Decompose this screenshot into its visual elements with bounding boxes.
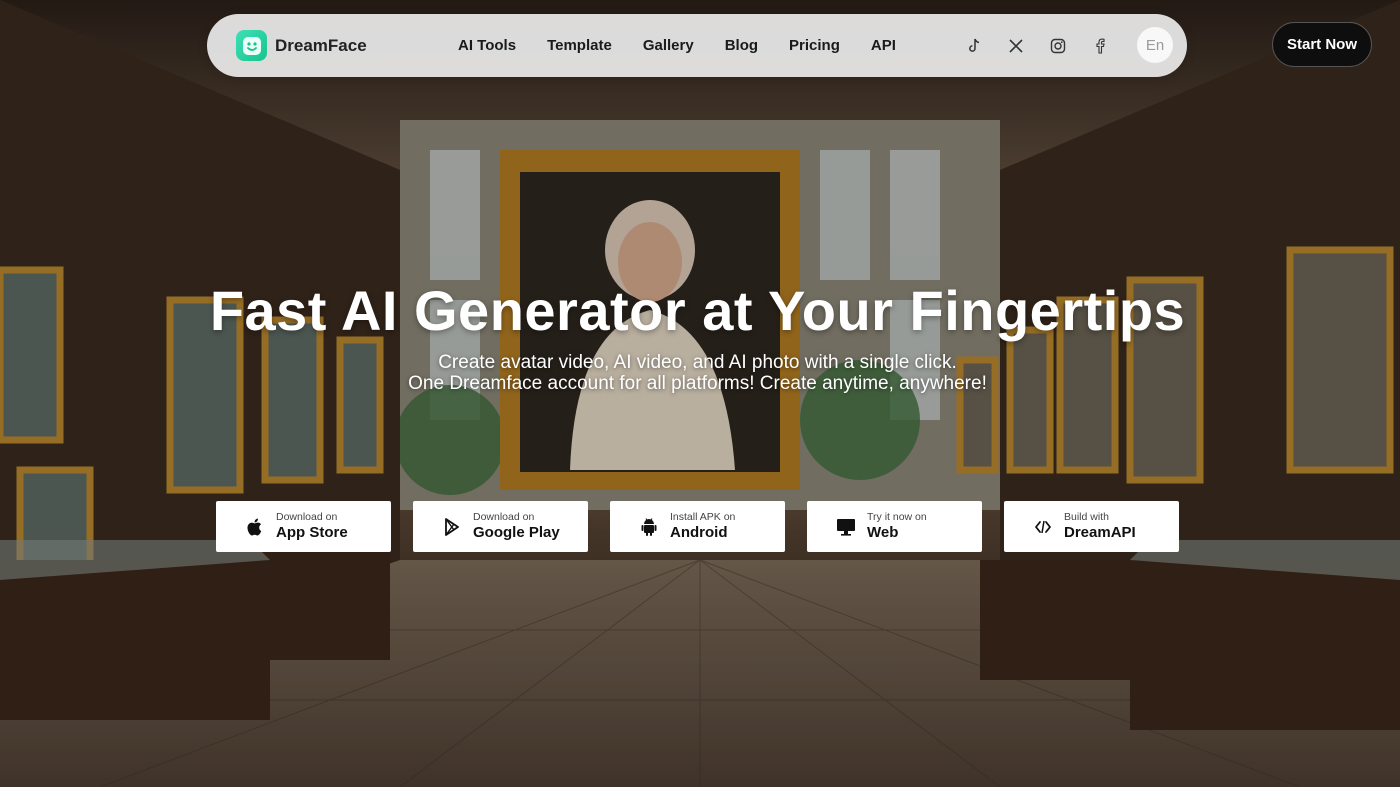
top-navbar: DreamFace AI Tools Template Gallery Blog…	[207, 14, 1187, 77]
card-caption: Try it now on	[867, 511, 927, 523]
app-store-button[interactable]: Download on App Store	[216, 501, 391, 552]
card-label: Web	[867, 524, 899, 541]
google-play-icon	[442, 517, 462, 537]
monitor-icon	[836, 517, 856, 537]
brand[interactable]: DreamFace	[236, 30, 367, 61]
web-button[interactable]: Try it now on Web	[807, 501, 982, 552]
tiktok-icon[interactable]	[964, 36, 984, 56]
card-caption: Download on	[276, 511, 338, 523]
nav-item-api[interactable]: API	[871, 37, 896, 54]
card-label: Android	[670, 524, 728, 541]
card-caption: Build with	[1064, 511, 1109, 523]
language-switcher[interactable]: En	[1137, 27, 1173, 63]
download-options: Download on App Store Download on Google…	[216, 501, 1201, 552]
card-label: App Store	[276, 524, 348, 541]
hero-subtitle: Create avatar video, AI video, and AI ph…	[0, 352, 1395, 394]
android-apk-button[interactable]: Install APK on Android	[610, 501, 785, 552]
card-label: Google Play	[473, 524, 560, 541]
dreamapi-button[interactable]: Build with DreamAPI	[1004, 501, 1179, 552]
dreamface-logo-icon	[236, 30, 267, 61]
nav-item-gallery[interactable]: Gallery	[643, 37, 694, 54]
instagram-icon[interactable]	[1048, 36, 1068, 56]
google-play-button[interactable]: Download on Google Play	[413, 501, 588, 552]
x-icon[interactable]	[1006, 36, 1026, 56]
apple-icon	[245, 517, 265, 537]
card-caption: Download on	[473, 511, 535, 523]
nav-item-ai-tools[interactable]: AI Tools	[458, 37, 516, 54]
brand-name: DreamFace	[275, 35, 367, 55]
main-menu: AI Tools Template Gallery Blog Pricing A…	[458, 14, 927, 77]
code-icon	[1033, 517, 1053, 537]
start-now-button[interactable]: Start Now	[1272, 22, 1372, 67]
card-caption: Install APK on	[670, 511, 736, 523]
facebook-icon[interactable]	[1090, 36, 1110, 56]
hero-subtitle-line-2: One Dreamface account for all platforms!…	[408, 373, 987, 394]
nav-item-blog[interactable]: Blog	[725, 37, 758, 54]
nav-item-template[interactable]: Template	[547, 37, 612, 54]
nav-item-pricing[interactable]: Pricing	[789, 37, 840, 54]
hero-subtitle-line-1: Create avatar video, AI video, and AI ph…	[438, 352, 957, 373]
hero-title: Fast AI Generator at Your Fingertips	[209, 279, 1186, 342]
card-label: DreamAPI	[1064, 524, 1136, 541]
social-links	[964, 14, 1132, 77]
android-icon	[639, 517, 659, 537]
